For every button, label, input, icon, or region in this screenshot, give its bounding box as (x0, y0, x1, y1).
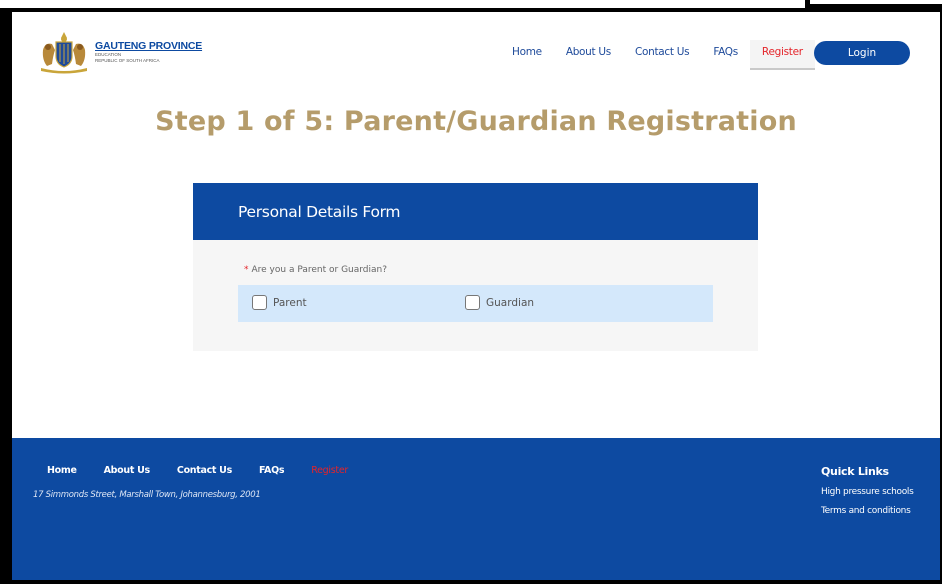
personal-details-form: Personal Details Form * Are you a Parent … (193, 183, 758, 351)
footer-link-register[interactable]: Register (311, 465, 348, 476)
brand-title: GAUTENG PROVINCE (95, 40, 203, 52)
quick-link-high-pressure-schools[interactable]: High pressure schools (821, 487, 914, 497)
quick-links-title: Quick Links (821, 465, 889, 478)
nav-home[interactable]: Home (492, 40, 554, 70)
footer-nav: Home About Us Contact Us FAQs Register (47, 465, 375, 476)
nav-contact[interactable]: Contact Us (623, 40, 701, 70)
required-marker: * (244, 265, 249, 275)
question-label: Are you a Parent or Guardian? (251, 265, 388, 275)
footer-link-about[interactable]: About Us (104, 465, 151, 476)
parent-checkbox[interactable] (252, 295, 267, 310)
role-options: Parent Guardian (238, 285, 713, 322)
parent-option[interactable]: Parent (252, 295, 307, 310)
page-title: Step 1 of 5: Parent/Guardian Registratio… (155, 106, 797, 137)
parent-label: Parent (273, 296, 307, 309)
browser-viewport: GAUTENG PROVINCE EDUCATION REPUBLIC OF S… (12, 12, 940, 580)
footer-link-contact[interactable]: Contact Us (177, 465, 232, 476)
guardian-option[interactable]: Guardian (465, 295, 534, 310)
footer-link-faqs[interactable]: FAQs (259, 465, 285, 476)
nav-about[interactable]: About Us (554, 40, 623, 70)
screen-edge-top-right (810, 0, 942, 4)
main-nav: Home About Us Contact Us FAQs Register (492, 40, 815, 70)
nav-register[interactable]: Register (749, 40, 815, 70)
footer-link-home[interactable]: Home (47, 465, 77, 476)
quick-link-terms[interactable]: Terms and conditions (821, 506, 914, 516)
quick-links: Quick Links High pressure schools Terms … (821, 465, 914, 516)
site-footer: Home About Us Contact Us FAQs Register 1… (12, 438, 940, 580)
guardian-label: Guardian (486, 296, 535, 309)
brand-country: REPUBLIC OF SOUTH AFRICA (95, 58, 160, 63)
parent-guardian-question: * Are you a Parent or Guardian? (244, 265, 387, 275)
site-logo[interactable]: GAUTENG PROVINCE EDUCATION REPUBLIC OF S… (35, 30, 202, 74)
nav-faqs[interactable]: FAQs (701, 40, 750, 70)
login-button[interactable]: Login (814, 41, 910, 65)
footer-address: 17 Simmonds Street, Marshall Town, Johan… (33, 490, 261, 500)
guardian-checkbox[interactable] (465, 295, 480, 310)
form-header: Personal Details Form (193, 183, 758, 240)
screen-edge-top (0, 0, 805, 8)
coat-of-arms-icon (41, 32, 87, 74)
